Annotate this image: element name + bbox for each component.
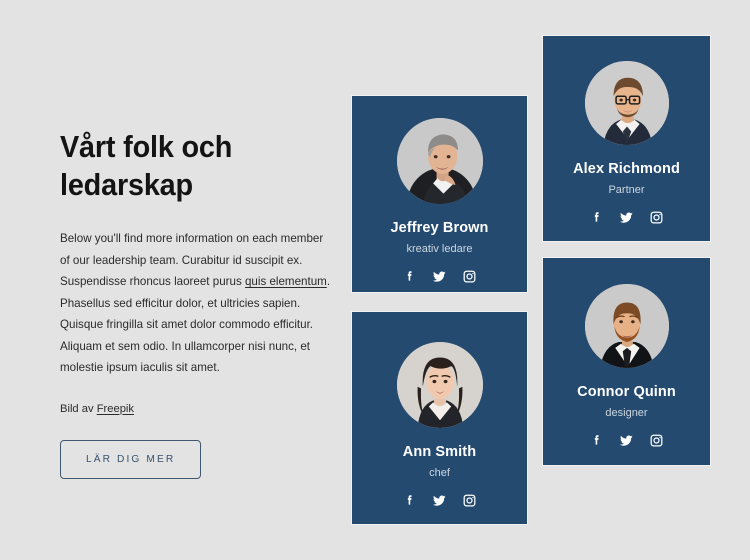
intro-column: Vårt folk och ledarskap Below you'll fin…: [60, 128, 340, 479]
person-role: Partner: [608, 184, 645, 196]
team-card[interactable]: Jeffrey Brown kreativ ledare: [352, 96, 527, 292]
facebook-icon[interactable]: [402, 493, 417, 508]
social-links: [589, 210, 664, 225]
twitter-icon[interactable]: [619, 210, 634, 225]
instagram-icon[interactable]: [649, 433, 664, 448]
instagram-icon[interactable]: [462, 493, 477, 508]
freepik-link[interactable]: Freepik: [97, 403, 134, 415]
social-links: [402, 269, 477, 284]
avatar: [584, 284, 669, 368]
twitter-icon[interactable]: [432, 493, 447, 508]
person-name: Ann Smith: [402, 444, 477, 460]
team-card[interactable]: Connor Quinn designer: [543, 258, 710, 465]
team-card[interactable]: Ann Smith chef: [352, 312, 527, 524]
facebook-icon[interactable]: [402, 269, 417, 284]
facebook-icon[interactable]: [589, 433, 604, 448]
image-credit: Bild av Freepik: [60, 403, 340, 415]
facebook-icon[interactable]: [589, 210, 604, 225]
avatar: [396, 342, 483, 428]
team-section: Vårt folk och ledarskap Below you'll fin…: [0, 0, 750, 560]
person-name: Jeffrey Brown: [390, 220, 489, 236]
quis-elementum-link[interactable]: quis elementum: [245, 275, 327, 288]
twitter-icon[interactable]: [619, 433, 634, 448]
intro-paragraph: Below you'll find more information on ea…: [60, 228, 335, 379]
person-name: Connor Quinn: [577, 384, 676, 400]
person-role: kreativ ledare: [406, 243, 473, 255]
person-role: chef: [429, 467, 450, 479]
avatar: [396, 118, 483, 204]
person-name: Alex Richmond: [573, 161, 680, 177]
instagram-icon[interactable]: [649, 210, 664, 225]
team-card[interactable]: Alex Richmond Partner: [543, 36, 710, 241]
twitter-icon[interactable]: [432, 269, 447, 284]
image-credit-prefix: Bild av: [60, 402, 97, 415]
instagram-icon[interactable]: [462, 269, 477, 284]
social-links: [402, 493, 477, 508]
avatar: [584, 61, 669, 145]
page-title: Vårt folk och ledarskap: [60, 129, 233, 202]
intro-text-after-link: . Phasellus sed efficitur dolor, et ultr…: [60, 275, 331, 374]
social-links: [589, 433, 664, 448]
person-role: designer: [605, 407, 648, 419]
learn-more-button[interactable]: LÄR DIG MER: [60, 439, 202, 479]
